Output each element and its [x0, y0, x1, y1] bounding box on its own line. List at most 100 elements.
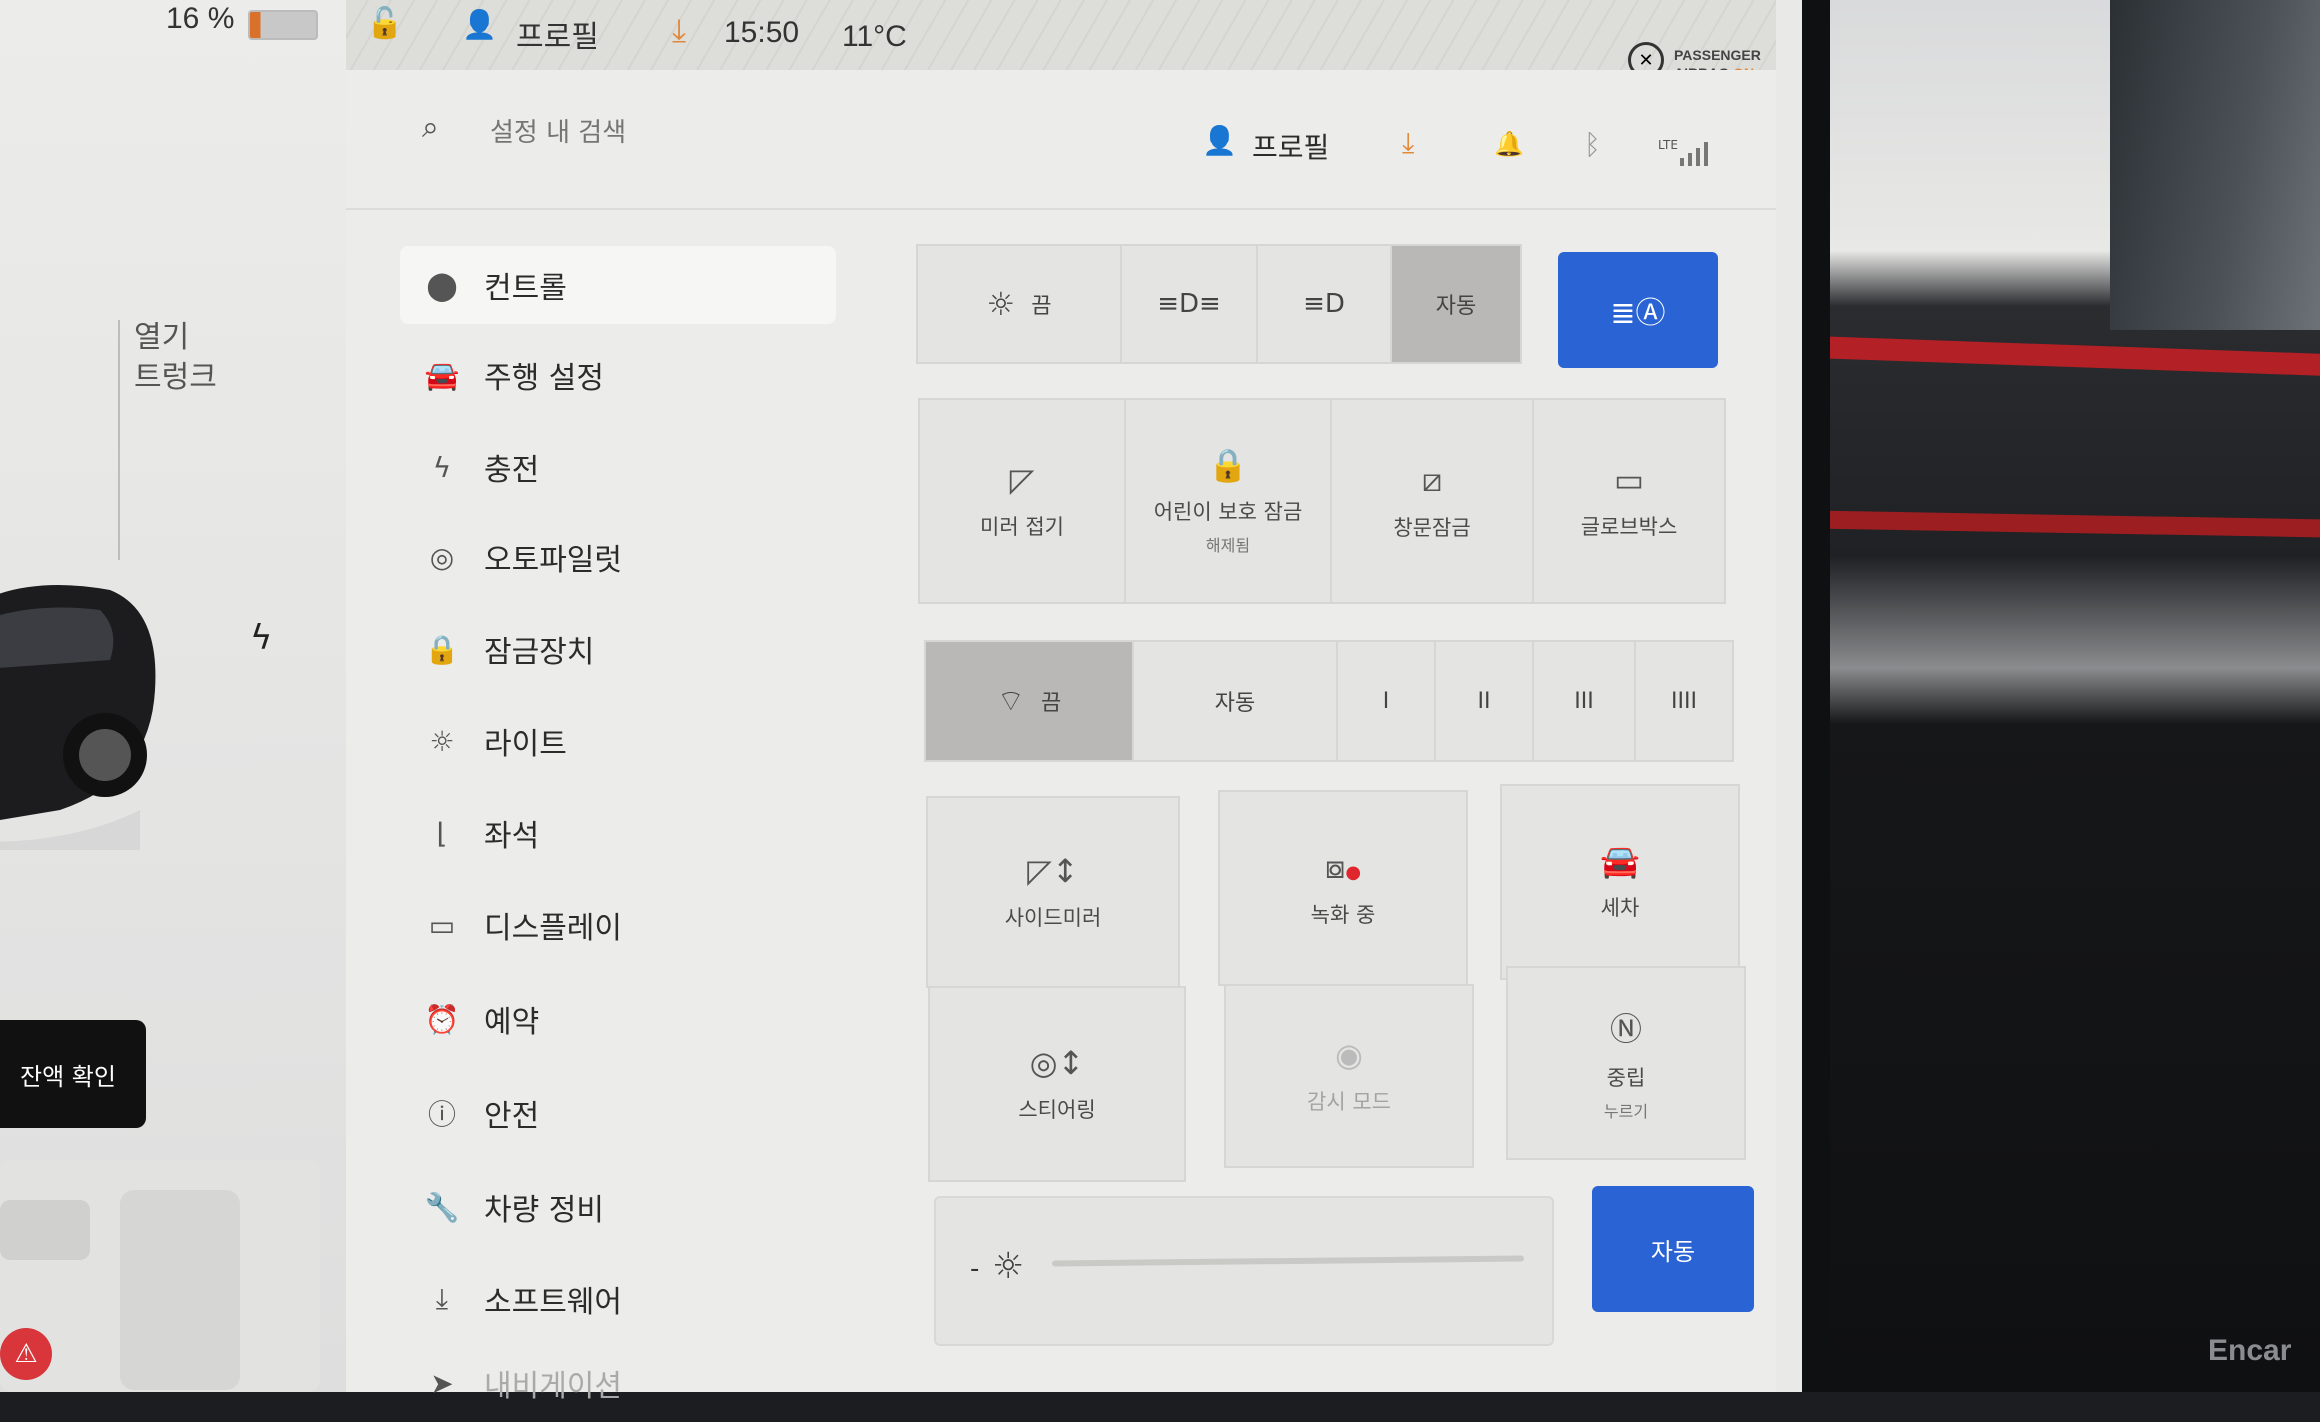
seat-icon: ⌊ — [436, 816, 448, 850]
sidebar-item-navigation[interactable]: ➤ 내비게이션 — [400, 1344, 836, 1422]
airbag-line1: PASSENGER — [1674, 47, 1761, 63]
wiper-off-button[interactable]: ⌔ 끔 — [924, 640, 1134, 762]
neutral-icon: Ⓝ — [1609, 1010, 1642, 1048]
child-lock-icon: 🔒 — [1208, 446, 1248, 484]
glovebox-button[interactable]: ▭ 글로브박스 — [1532, 398, 1726, 604]
dashcam-icon: ⧇● — [1324, 847, 1362, 886]
navigation-icon: ➤ — [430, 1366, 454, 1400]
sun-icon: ☼ — [992, 1246, 1025, 1287]
steering-adjust-button[interactable]: ◎↕ 스티어링 — [928, 986, 1186, 1182]
sidebar-item-display[interactable]: ▭ 디스플레이 — [400, 886, 836, 964]
open-label: 열기 — [134, 320, 190, 355]
battery-icon — [248, 10, 318, 40]
wiper-speed-1-button[interactable]: I — [1336, 640, 1436, 762]
recording-dot-icon: ● — [1345, 861, 1362, 883]
download-icon: ⤓ — [435, 1282, 449, 1315]
brightness-control: - ☼ — [934, 1196, 1554, 1346]
profile-label-status[interactable]: 프로필 — [516, 12, 599, 56]
side-mirror-button[interactable]: ◸↕ 사이드미러 — [926, 796, 1180, 988]
sidebar-item-safety[interactable]: ⓘ 안전 — [400, 1074, 836, 1152]
sidebar-item-service[interactable]: 🔧 차량 정비 — [400, 1168, 836, 1246]
wiper-speed-3-button[interactable]: III — [1532, 640, 1636, 762]
lights-auto-button[interactable]: 자동 — [1390, 244, 1522, 364]
lights-auto-label: 자동 — [1435, 294, 1477, 319]
sidebar-item-lights[interactable]: ☼ 라이트 — [400, 702, 836, 780]
wiper-speed-label: III — [1574, 688, 1594, 714]
wiper-speed-label: II — [1477, 688, 1491, 714]
download-icon[interactable]: ⤓ — [672, 12, 686, 50]
wiper-speed-2-button[interactable]: II — [1434, 640, 1534, 762]
sidebar-item-label: 소프트웨어 — [484, 1285, 622, 1320]
window-lock-button[interactable]: ⧄ 창문잠금 — [1330, 398, 1534, 604]
neutral-label: 중립 — [1606, 1066, 1646, 1090]
steering-wheel-icon: ◎ — [429, 540, 455, 574]
outside-temperature: 11°C — [842, 20, 907, 53]
sidebar-item-seats[interactable]: ⌊ 좌석 — [400, 794, 836, 872]
brightness-auto-button[interactable]: 자동 — [1592, 1186, 1754, 1312]
car-wash-icon: 🚘 — [1600, 842, 1640, 880]
sidebar-item-software[interactable]: ⤓ 소프트웨어 — [400, 1260, 836, 1338]
toggle-icon: ⬤ — [426, 268, 458, 302]
rear-seat-icon — [120, 1190, 240, 1390]
window-lock-icon: ⧄ — [1421, 460, 1443, 499]
bell-icon[interactable]: 🔔 — [1494, 130, 1524, 158]
window-lock-label: 창문잠금 — [1393, 515, 1471, 540]
profile-icon[interactable]: 👤 — [1202, 124, 1237, 157]
parking-lights-icon: ≡D≡ — [1157, 289, 1221, 319]
charge-check-button[interactable]: 잔액 확인 — [0, 1020, 146, 1128]
profile-icon[interactable]: 👤 — [462, 8, 497, 41]
low-beam-button[interactable]: ≡D — [1256, 244, 1392, 364]
sidebar-item-charging[interactable]: ϟ 충전 — [400, 428, 836, 506]
status-bar: 16 % 🔓 👤 프로필 ⤓ 15:50 11°C ✕ PASSENGER AI… — [0, 0, 1800, 81]
sidebar-item-driving[interactable]: 🚘 주행 설정 — [400, 336, 836, 414]
brightness-slider[interactable] — [1051, 1255, 1525, 1267]
clock-time: 15:50 — [724, 16, 800, 49]
wiper-auto-button[interactable]: 자동 — [1132, 640, 1338, 762]
wiper-icon: ⌔ — [996, 684, 1025, 719]
sidebar-item-autopilot[interactable]: ◎ 오토파일럿 — [400, 518, 836, 596]
child-lock-button[interactable]: 🔒 어린이 보호 잠금 해제됨 — [1124, 398, 1332, 604]
sidebar-item-schedule[interactable]: ⏰ 예약 — [400, 980, 836, 1058]
sidebar-item-label: 예약 — [484, 1005, 540, 1040]
lights-off-button[interactable]: ☼ 끔 — [916, 244, 1122, 364]
unlock-icon[interactable]: 🔓 — [366, 6, 403, 41]
bluetooth-icon[interactable]: ᛒ — [1584, 128, 1601, 161]
neutral-button[interactable]: Ⓝ 중립 누르기 — [1506, 966, 1746, 1160]
low-beam-icon: ≡D — [1303, 289, 1345, 319]
seatbelt-warning-icon: ⚠ — [0, 1328, 52, 1380]
sidebar-item-label: 디스플레이 — [484, 911, 622, 946]
trunk-open-control[interactable]: 열기 트렁크 — [134, 318, 217, 398]
auto-high-beam-button[interactable]: ≣Ⓐ — [1558, 252, 1718, 368]
steering-label: 스티어링 — [1018, 1098, 1096, 1122]
sidebar-item-label: 차량 정비 — [484, 1193, 604, 1228]
settings-header: ⌕ 👤 프로필 ⤓ 🔔 ᛒ LTE — [346, 88, 1776, 210]
download-icon[interactable]: ⤓ — [1402, 126, 1414, 160]
profile-label-header[interactable]: 프로필 — [1252, 126, 1329, 166]
watermark: Encar — [2208, 1334, 2292, 1367]
child-lock-status: 해제됨 — [1205, 536, 1251, 555]
mirror-fold-button[interactable]: ◸ 미러 접기 — [918, 398, 1126, 604]
sidebar-item-label: 충전 — [484, 453, 540, 488]
signal-icon — [1680, 140, 1714, 166]
trunk-label: 트렁크 — [134, 360, 217, 395]
brightness-minus: - — [970, 1254, 980, 1284]
car-icon: 🚘 — [424, 358, 460, 392]
sun-icon: ☼ — [429, 724, 455, 758]
car-wash-label: 세차 — [1600, 896, 1640, 920]
dashcam-button[interactable]: ⧇● 녹화 중 — [1218, 790, 1468, 986]
sidebar-item-locks[interactable]: 🔒 잠금장치 — [400, 610, 836, 688]
trunk-guide-line — [118, 320, 120, 560]
car-wash-button[interactable]: 🚘 세차 — [1500, 784, 1740, 980]
sidebar-item-label: 라이트 — [484, 727, 567, 762]
seat-map[interactable]: ⚠ — [0, 1160, 320, 1392]
wiper-speed-4-button[interactable]: IIII — [1634, 640, 1734, 762]
sidebar-item-label: 좌석 — [484, 819, 540, 854]
sentry-mode-button[interactable]: ◉ 감시 모드 — [1224, 984, 1474, 1168]
auto-high-beam-icon: ≣Ⓐ — [1610, 296, 1666, 331]
vehicle-panel: 열기 트렁크 ϟ 잔액 확인 ⚠ — [0, 0, 346, 1392]
sentry-icon: ◉ — [1335, 1036, 1363, 1074]
parking-lights-button[interactable]: ≡D≡ — [1120, 244, 1258, 364]
lock-icon: 🔒 — [424, 632, 460, 666]
search-input[interactable] — [488, 112, 992, 154]
sidebar-item-controls[interactable]: ⬤ 컨트롤 — [400, 246, 836, 324]
